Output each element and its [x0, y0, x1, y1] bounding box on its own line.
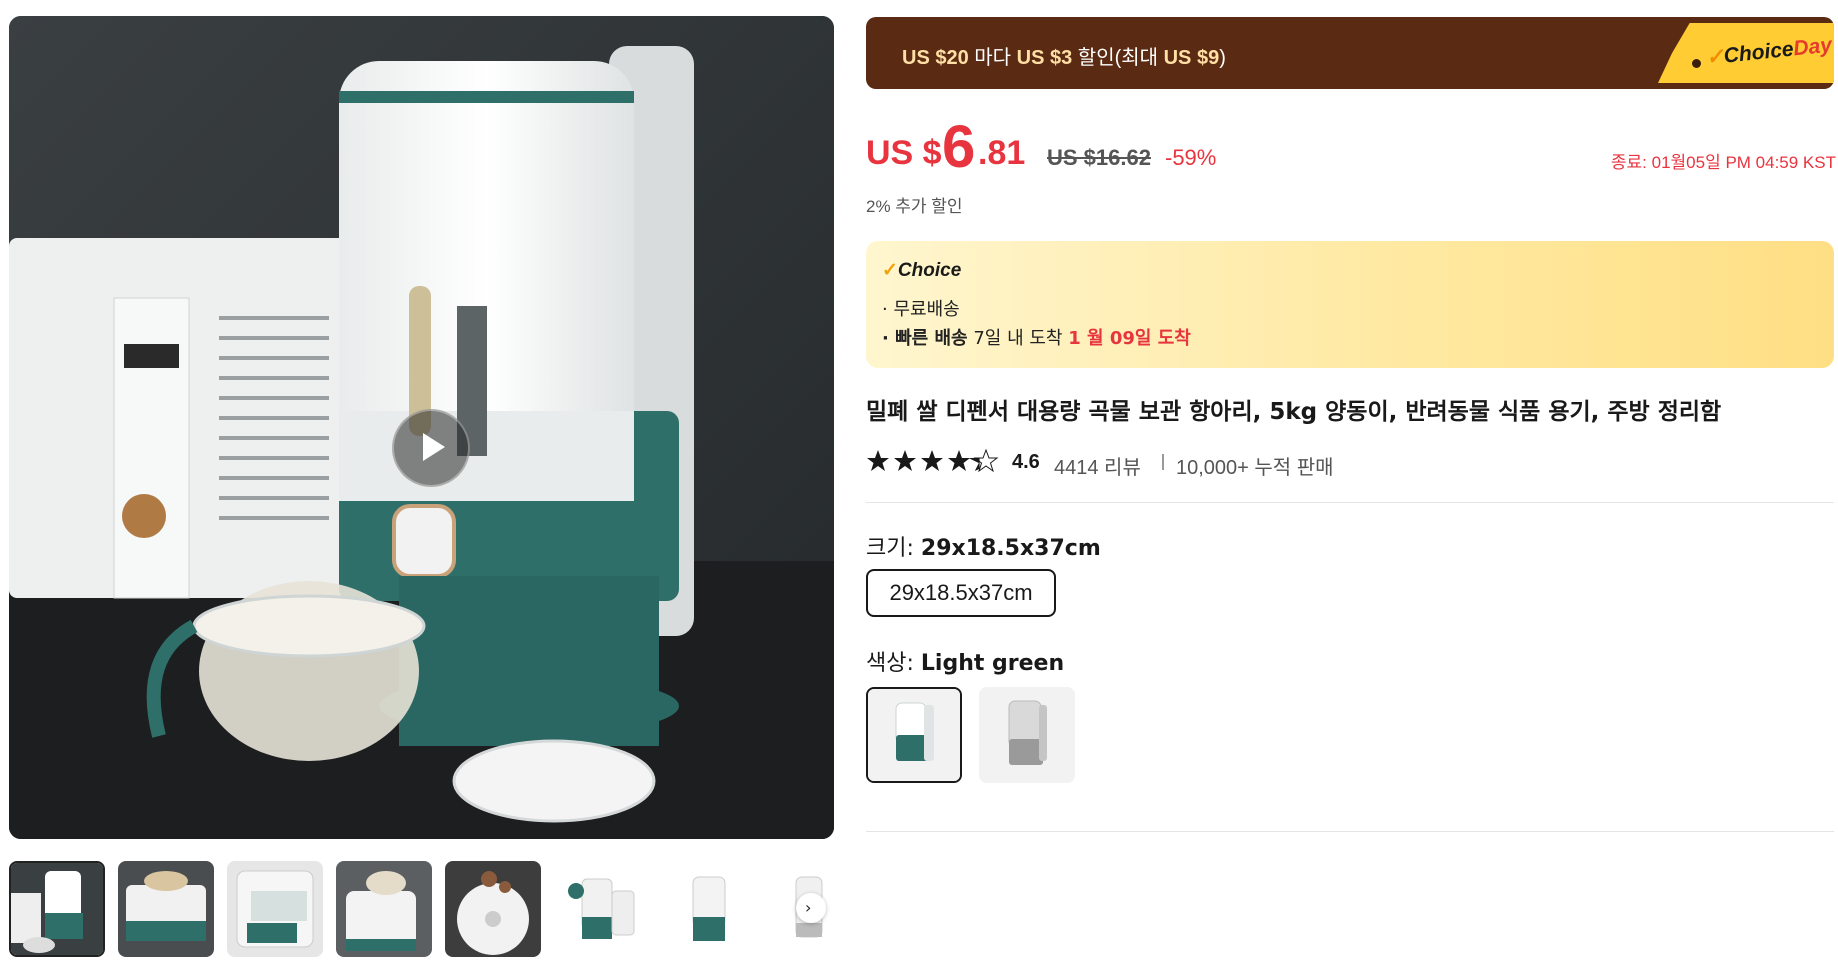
color-label-text: 색상:	[866, 651, 921, 676]
thumbnail[interactable]	[227, 861, 323, 957]
divider	[866, 831, 1834, 832]
price-row: US $ 6 .81 US $16.62 -59% 종료: 01월05일 PM …	[866, 112, 1836, 180]
choice-day-logo: ✓ChoiceDay	[1705, 32, 1833, 70]
thumbnail[interactable]	[336, 861, 432, 957]
choice-day-badge: ✓ChoiceDay	[1658, 23, 1834, 83]
star-icon	[894, 450, 916, 471]
color-swatch-gray[interactable]	[979, 687, 1075, 783]
discount-percent: -59%	[1165, 145, 1217, 170]
original-price: US $16.62	[1047, 145, 1151, 170]
color-swatch-light-green[interactable]	[866, 687, 962, 783]
free-shipping-line: · 무료배송	[882, 299, 960, 320]
day-word: Day	[1792, 33, 1834, 61]
choice-title-text: Choice	[897, 260, 962, 281]
fast-delivery-label: · 빠른 배송	[882, 328, 968, 349]
thumbnail-next-button[interactable]: ›	[796, 893, 826, 923]
fast-delivery-text: 7일 내 도착	[967, 328, 1069, 349]
promo-amount: US $3	[1016, 47, 1073, 69]
rating-value: 4.6	[1012, 451, 1040, 473]
star-icon	[948, 450, 970, 471]
main-product-image[interactable]	[9, 16, 834, 839]
star-icon	[921, 450, 943, 471]
star-icon	[867, 450, 889, 471]
price-currency: US $	[866, 134, 942, 172]
promo-text-part: 할인(최대	[1072, 47, 1164, 69]
extra-discount: 2% 추가 할인	[866, 197, 963, 216]
delivery-date: 1 월 09일 도착	[1068, 328, 1191, 349]
promo-text-part: 마다	[968, 47, 1017, 69]
thumbnail[interactable]	[118, 861, 214, 957]
tag-hole-icon	[1692, 59, 1701, 68]
check-icon: ✓	[882, 260, 898, 281]
rating-stars[interactable]	[866, 448, 1006, 476]
promo-amount: US $20	[902, 47, 969, 69]
size-option-button[interactable]: 29x18.5x37cm	[866, 569, 1056, 617]
play-icon	[423, 433, 445, 461]
chevron-right-icon: ›	[805, 898, 812, 917]
promo-amount: US $9	[1163, 47, 1220, 69]
review-count-link[interactable]: 4414 리뷰	[1054, 451, 1141, 480]
price-decimal: .81	[978, 134, 1026, 172]
play-video-button[interactable]	[392, 409, 470, 487]
thumbnail[interactable]	[663, 861, 759, 957]
color-label: 색상: Light green	[866, 645, 1064, 677]
size-selected-value: 29x18.5x37cm	[920, 536, 1101, 561]
thumbnail[interactable]	[9, 861, 105, 957]
promo-banner: US $20 마다 US $3 할인(최대 US $9) ✓ChoiceDay	[866, 17, 1834, 89]
price-integer: 6	[942, 113, 976, 180]
choice-title: ✓Choice	[882, 259, 961, 282]
divider	[1162, 454, 1164, 470]
color-selected-value: Light green	[920, 651, 1065, 676]
product-title: 밀폐 쌀 디펜서 대용량 곡물 보관 항아리, 5kg 양동이, 반려동물 식품…	[866, 399, 1722, 425]
thumbnail-strip	[9, 861, 834, 957]
fast-delivery-line: · 빠른 배송 7일 내 도착 1 월 09일 도착	[882, 324, 1191, 350]
choice-benefits-box: ✓Choice · 무료배송 · 빠른 배송 7일 내 도착 1 월 09일 도…	[866, 241, 1834, 368]
promo-text: US $20 마다 US $3 할인(최대 US $9)	[902, 41, 1226, 70]
thumbnail[interactable]	[554, 861, 650, 957]
promo-text-part: )	[1219, 47, 1226, 69]
sale-end-time: 종료: 01월05일 PM 04:59 KST	[1610, 153, 1836, 172]
thumbnail[interactable]	[445, 861, 541, 957]
sold-count: 10,000+ 누적 판매	[1176, 457, 1334, 479]
divider	[866, 502, 1834, 503]
choice-word: Choice	[1722, 37, 1795, 68]
size-label: 크기: 29x18.5x37cm	[866, 530, 1101, 562]
rating-row: 4.6 4414 리뷰 10,000+ 누적 판매	[866, 448, 1766, 480]
size-label-text: 크기:	[866, 536, 921, 561]
